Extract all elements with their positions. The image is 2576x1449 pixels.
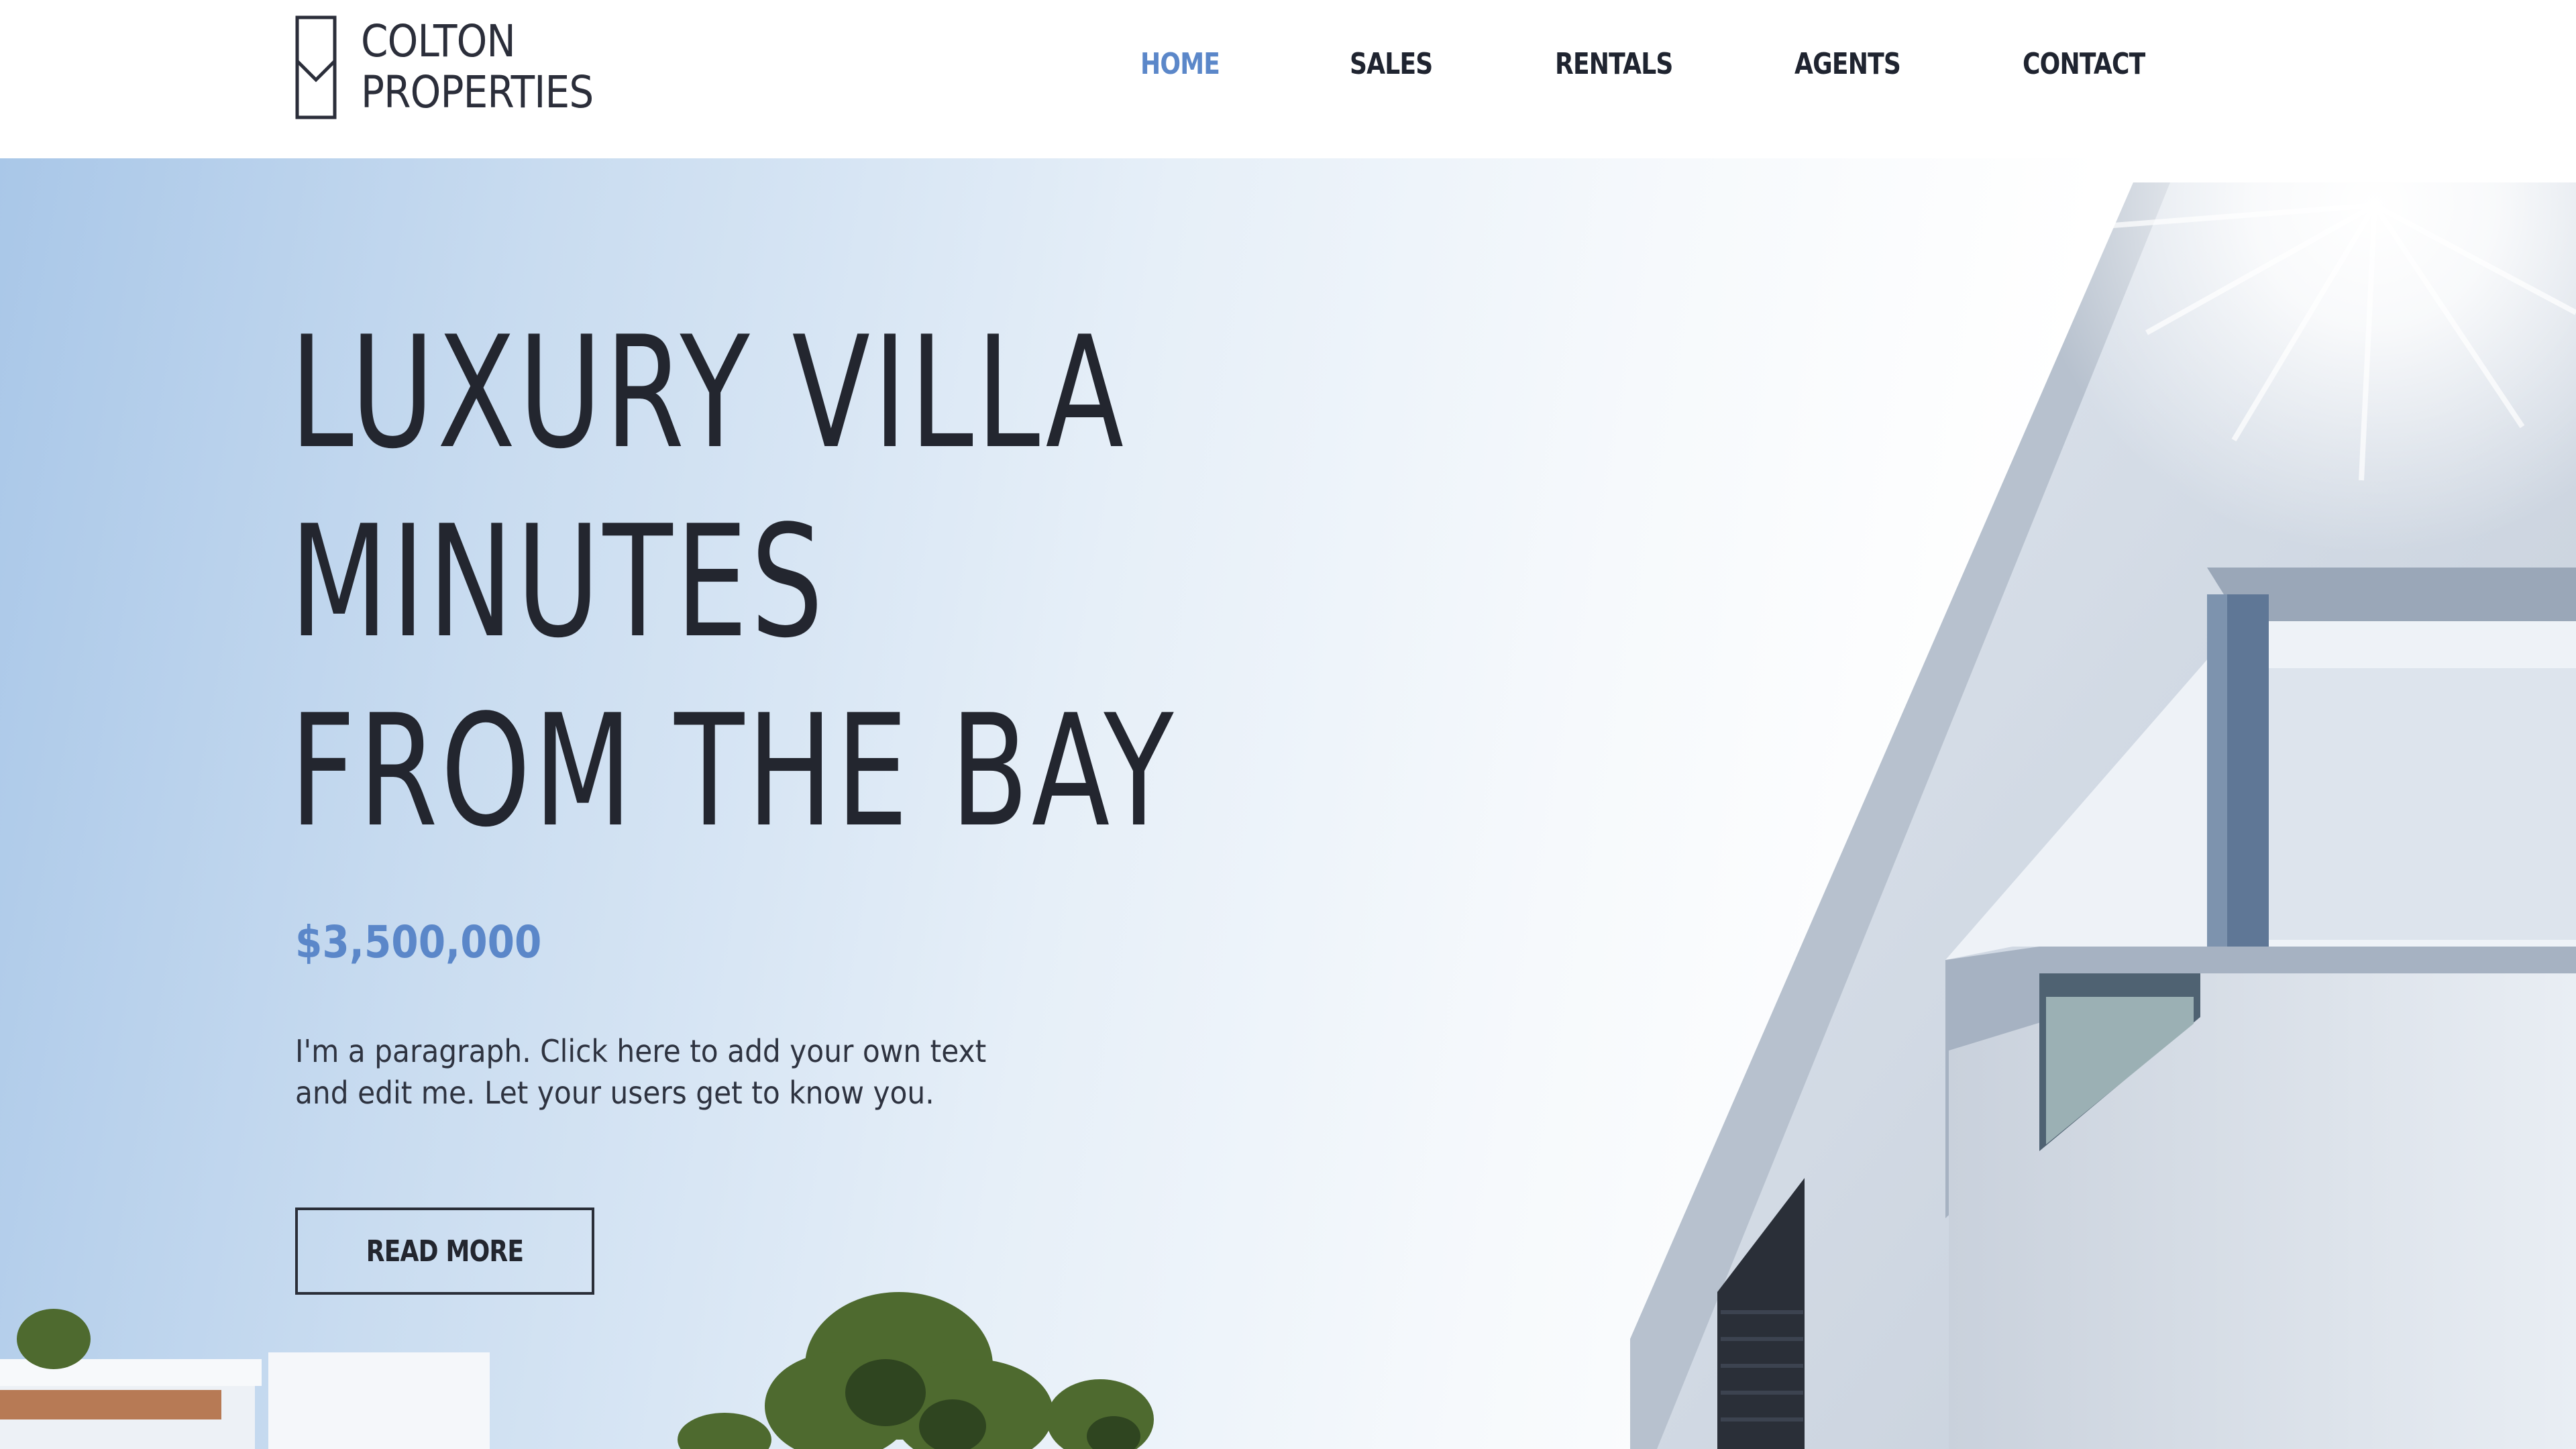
read-more-label: READ MORE <box>366 1234 524 1269</box>
hero-paragraph: I'm a paragraph. Click here to add your … <box>295 1033 987 1111</box>
logo-line-1: COLTON <box>361 15 516 67</box>
site-logo[interactable]: COLTON PROPERTIES <box>295 13 625 121</box>
logo-text: COLTON PROPERTIES <box>361 19 625 115</box>
hero-section: LUXURY VILLA MINUTES FROM THE BAY $3,500… <box>0 158 2576 1449</box>
read-more-button[interactable]: READ MORE <box>295 1208 594 1295</box>
logo-line-2: PROPERTIES <box>361 66 594 118</box>
nav-sales[interactable]: SALES <box>1350 47 1433 81</box>
headline-line-3: FROM THE BAY <box>290 682 1177 861</box>
site-header: COLTON PROPERTIES HOME SALES RENTALS AGE… <box>0 0 2576 158</box>
logo-mark-icon <box>295 15 337 119</box>
headline-line-2: MINUTES <box>290 493 826 672</box>
listing-price: $3,500,000 <box>295 916 542 968</box>
nav-agents[interactable]: AGENTS <box>1794 47 1901 81</box>
hero-headline: LUXURY VILLA MINUTES FROM THE BAY <box>290 299 1488 867</box>
nav-home[interactable]: HOME <box>1140 47 1220 81</box>
nav-contact[interactable]: CONTACT <box>2023 47 2145 81</box>
nav-rentals[interactable]: RENTALS <box>1555 47 1673 81</box>
headline-line-1: LUXURY VILLA <box>290 304 1127 483</box>
